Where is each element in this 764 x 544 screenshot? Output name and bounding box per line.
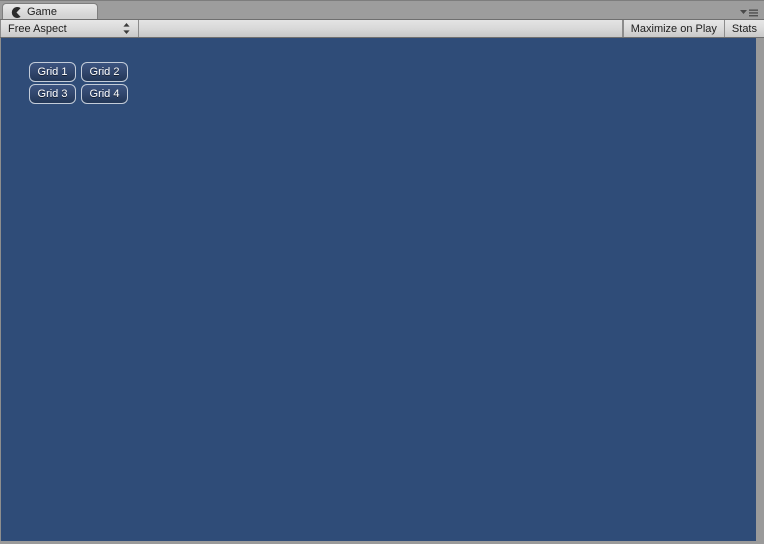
window-border-left xyxy=(0,38,1,544)
game-viewport[interactable]: Grid 1 Grid 2 Grid 3 Grid 4 xyxy=(1,38,756,541)
aspect-ratio-dropdown[interactable]: Free Aspect xyxy=(0,20,139,37)
stepper-updown-icon xyxy=(123,23,130,34)
gui-button-row: Grid 3 Grid 4 xyxy=(29,84,133,104)
grid-button-4-label: Grid 4 xyxy=(89,88,120,100)
maximize-on-play-button[interactable]: Maximize on Play xyxy=(622,20,725,37)
maximize-on-play-label: Maximize on Play xyxy=(630,22,717,35)
game-view-toolbar: Free Aspect Maximize on Play Stats xyxy=(0,19,764,38)
grid-button-3-label: Grid 3 xyxy=(37,88,68,100)
game-pacman-icon xyxy=(11,7,21,18)
toolbar-spacer xyxy=(139,20,623,37)
tab-strip: Game xyxy=(0,0,764,21)
aspect-ratio-value: Free Aspect xyxy=(8,22,67,35)
grid-button-1-label: Grid 1 xyxy=(37,66,68,78)
grid-button-2[interactable]: Grid 2 xyxy=(81,62,128,82)
stats-button[interactable]: Stats xyxy=(724,20,764,37)
grid-button-1[interactable]: Grid 1 xyxy=(29,62,76,82)
stats-label: Stats xyxy=(731,22,757,35)
game-view-window: Game Free Aspect Maximize on Play Stats xyxy=(0,0,764,544)
grid-button-3[interactable]: Grid 3 xyxy=(29,84,76,104)
tab-game-label: Game xyxy=(27,6,57,18)
window-border-right xyxy=(756,38,764,544)
gui-button-row: Grid 1 Grid 2 xyxy=(29,62,133,82)
grid-button-2-label: Grid 2 xyxy=(89,66,120,78)
gui-button-grid: Grid 1 Grid 2 Grid 3 Grid 4 xyxy=(29,62,133,106)
panel-context-menu-icon[interactable] xyxy=(739,5,759,17)
grid-button-4[interactable]: Grid 4 xyxy=(81,84,128,104)
